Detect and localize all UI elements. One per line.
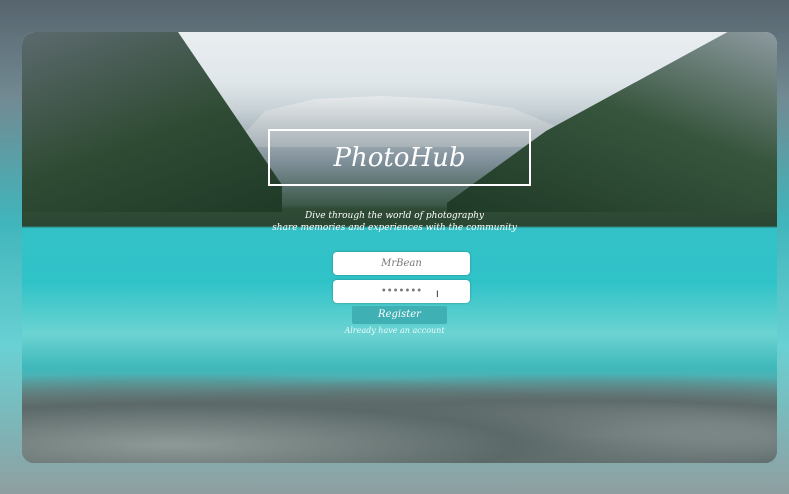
hero-card — [22, 32, 777, 463]
mountain-left — [22, 32, 282, 212]
password-input[interactable] — [333, 280, 470, 303]
shore-rocks — [22, 373, 777, 463]
app-title: PhotoHub — [268, 129, 531, 186]
login-link[interactable]: Already have an account — [0, 326, 789, 335]
tagline-line-2: share memories and experiences with the … — [272, 223, 517, 233]
register-button[interactable]: Register — [352, 306, 447, 324]
text-cursor-icon: I — [436, 290, 439, 300]
username-input[interactable] — [333, 252, 470, 275]
tagline-line-1: Dive through the world of photography — [305, 211, 484, 221]
